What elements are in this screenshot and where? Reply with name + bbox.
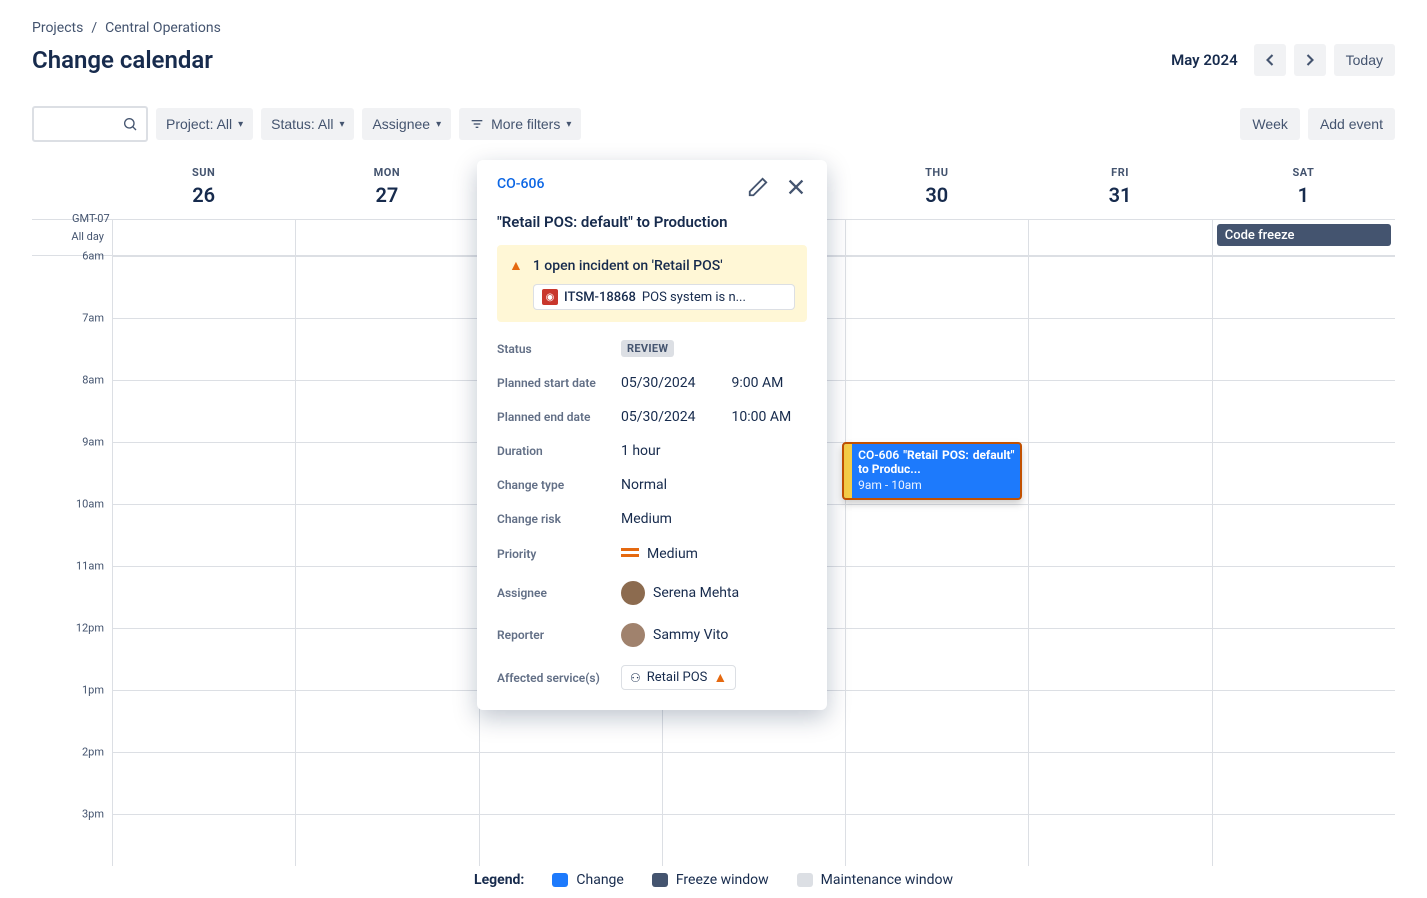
field-label-duration: Duration [497, 444, 621, 458]
filter-more[interactable]: More filters ▾ [459, 108, 581, 140]
field-label-reporter: Reporter [497, 628, 621, 642]
avatar [621, 581, 645, 605]
swatch-maintenance [797, 873, 813, 887]
service-chip[interactable]: ⚇ Retail POS ▲ [621, 665, 736, 690]
time-label: 1pm [82, 684, 104, 697]
time-label: 7am [82, 312, 104, 325]
time-label: 2pm [82, 746, 104, 759]
end-date-value: 05/30/2024 [621, 409, 696, 425]
breadcrumb: Projects / Central Operations [32, 20, 1395, 36]
freeze-event-code-freeze[interactable]: Code freeze [1217, 224, 1391, 246]
search-input[interactable] [32, 106, 148, 142]
chevron-left-icon [1260, 50, 1280, 70]
chevron-down-icon: ▾ [566, 119, 571, 130]
incident-type-icon: ◉ [542, 289, 558, 305]
time-label: 11am [76, 560, 104, 573]
search-icon [122, 116, 138, 132]
swatch-change [552, 873, 568, 887]
priority-medium-icon [621, 545, 639, 563]
week-view-button[interactable]: Week [1240, 108, 1300, 140]
legend: Legend: Change Freeze window Maintenance… [0, 872, 1427, 888]
end-time-value: 10:00 AM [732, 409, 792, 425]
filter-project[interactable]: Project: All ▾ [156, 108, 253, 140]
start-date-value: 05/30/2024 [621, 375, 696, 391]
time-label: 9am [82, 436, 104, 449]
day-header-sat: SAT1 [1212, 158, 1395, 219]
chevron-down-icon: ▾ [436, 119, 441, 130]
timezone-label: GMT-07 [72, 212, 110, 225]
change-type-value: Normal [621, 477, 807, 493]
reporter-value: Sammy Vito [653, 627, 728, 643]
day-header-fri: FRI31 [1028, 158, 1211, 219]
prev-month-button[interactable] [1254, 44, 1286, 76]
legend-label: Legend: [474, 872, 524, 888]
breadcrumb-project-name[interactable]: Central Operations [105, 20, 221, 36]
field-label-services: Affected service(s) [497, 671, 621, 685]
incident-chip[interactable]: ◉ ITSM-18868 POS system is n... [533, 284, 795, 310]
duration-value: 1 hour [621, 443, 807, 459]
field-label-change-type: Change type [497, 478, 621, 492]
chevron-right-icon [1300, 50, 1320, 70]
filter-status[interactable]: Status: All ▾ [261, 108, 354, 140]
page-title: Change calendar [32, 46, 213, 74]
popover-title: "Retail POS: default" to Production [497, 213, 807, 231]
field-label-change-risk: Change risk [497, 512, 621, 526]
day-header-mon: MON27 [295, 158, 478, 219]
field-label-start: Planned start date [497, 376, 621, 390]
edit-icon[interactable] [747, 176, 769, 203]
change-event[interactable]: CO-606 "Retail POS: default" to Produc..… [842, 442, 1022, 500]
month-label: May 2024 [1171, 51, 1238, 69]
filter-assignee[interactable]: Assignee ▾ [362, 108, 451, 140]
time-label: 10am [76, 498, 104, 511]
change-event-popover: CO-606 "Retail POS: default" to Producti… [477, 160, 827, 710]
day-header-sun: SUN26 [112, 158, 295, 219]
today-button[interactable]: Today [1334, 44, 1395, 76]
time-label: 8am [82, 374, 104, 387]
status-lozenge[interactable]: REVIEW [621, 340, 674, 357]
chevron-down-icon: ▾ [339, 119, 344, 130]
field-label-status: Status [497, 342, 621, 356]
add-event-button[interactable]: Add event [1308, 108, 1395, 140]
event-id: CO-606 [858, 448, 899, 462]
time-label: 12pm [76, 622, 104, 635]
event-time: 9am - 10am [858, 478, 1014, 492]
issue-link[interactable]: CO-606 [497, 176, 544, 192]
warning-icon: ▲ [509, 257, 523, 274]
time-label: 3pm [82, 808, 104, 821]
start-time-value: 9:00 AM [732, 375, 784, 391]
field-label-priority: Priority [497, 547, 621, 561]
alert-text: 1 open incident on 'Retail POS' [533, 258, 723, 274]
swatch-freeze [652, 873, 668, 887]
chevron-down-icon: ▾ [238, 119, 243, 130]
warning-icon: ▲ [713, 669, 727, 686]
time-label: 6am [82, 250, 104, 263]
close-icon[interactable] [785, 176, 807, 203]
field-label-assignee: Assignee [497, 586, 621, 600]
event-warning-stripe [842, 442, 852, 500]
priority-value: Medium [647, 546, 698, 562]
service-icon: ⚇ [630, 671, 641, 685]
avatar [621, 623, 645, 647]
breadcrumb-projects[interactable]: Projects [32, 20, 83, 36]
change-risk-value: Medium [621, 511, 807, 527]
assignee-value: Serena Mehta [653, 585, 739, 601]
filter-icon [469, 116, 485, 132]
incident-alert: ▲ 1 open incident on 'Retail POS' ◉ ITSM… [497, 245, 807, 322]
day-header-thu: THU30 [845, 158, 1028, 219]
next-month-button[interactable] [1294, 44, 1326, 76]
breadcrumb-separator: / [91, 20, 97, 36]
field-label-end: Planned end date [497, 410, 621, 424]
